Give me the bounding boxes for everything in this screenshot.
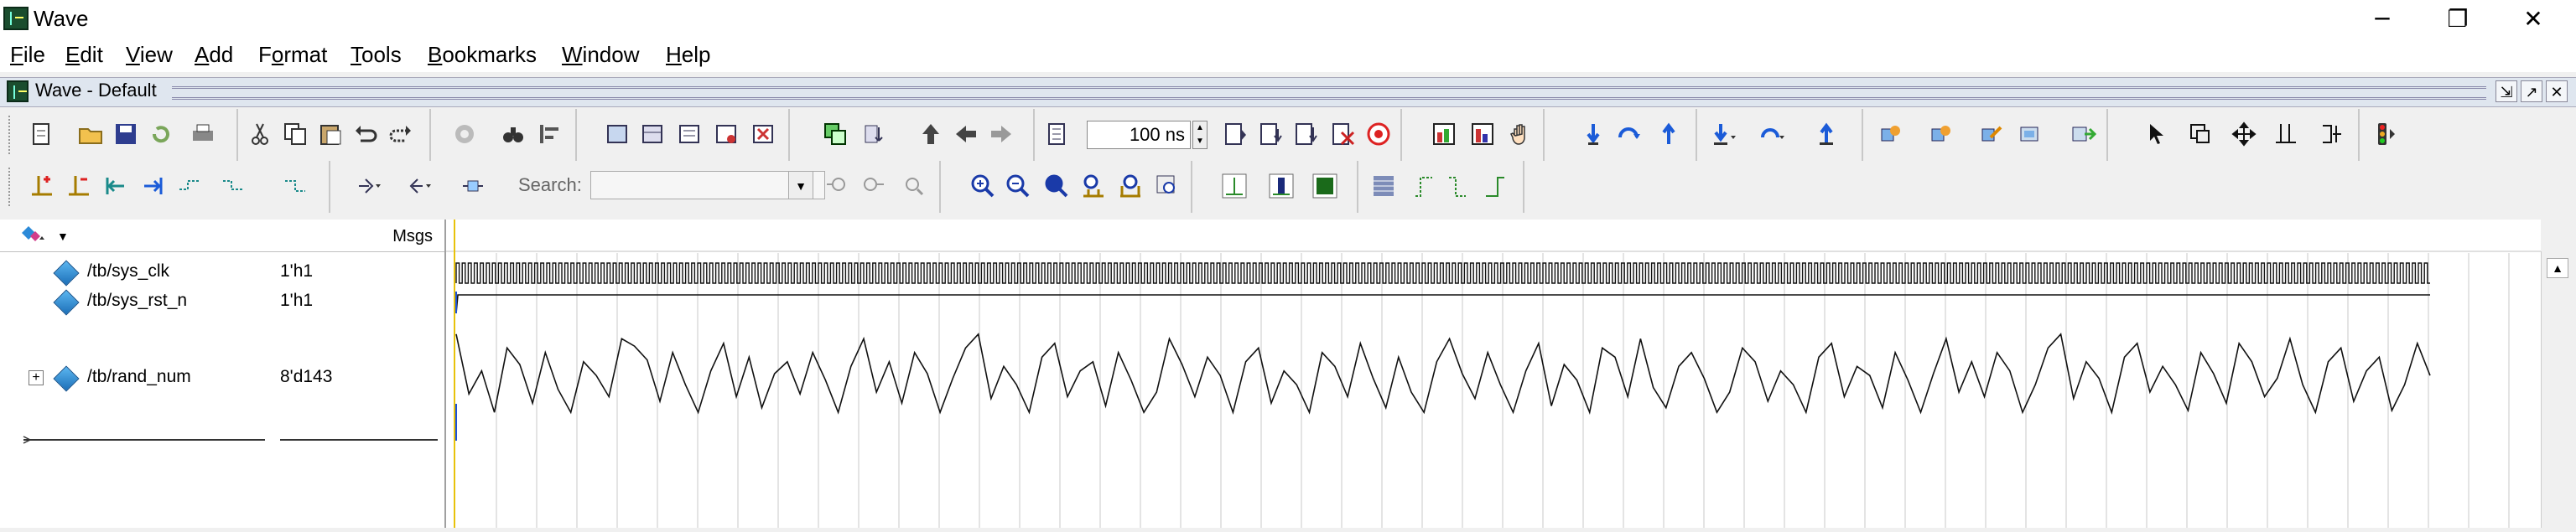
rand-num-analog-wave	[455, 333, 2431, 416]
scroll-up-button[interactable]: ▲	[2547, 258, 2568, 278]
wave-objects-icon[interactable]	[20, 225, 49, 246]
title-bar: Wave ─ ❐ ✕	[0, 0, 2576, 39]
waveform-pane[interactable]	[446, 220, 2541, 528]
expand-toggle[interactable]: +	[29, 370, 44, 385]
subwindow-close-button[interactable]: ✕	[2546, 80, 2568, 102]
menu-file[interactable]: File	[10, 42, 45, 68]
signal-values-pane: Msgs 1'h1 1'h1 8'd143	[273, 220, 446, 528]
signal-names-pane: ▼ /tb/sys_clk /tb/sys_rst_n + /tb/rand_n…	[0, 220, 275, 528]
modelsim-app-icon	[3, 7, 29, 30]
subwindow-title: Wave - Default	[35, 80, 157, 101]
minimize-button[interactable]: ─	[2345, 0, 2420, 39]
signal-name[interactable]: /tb/sys_clk	[87, 261, 169, 281]
dock-button[interactable]: ⇲	[2496, 80, 2517, 102]
traffic-light-icon[interactable]	[2370, 121, 2397, 147]
signal-name[interactable]: /tb/rand_num	[87, 367, 191, 387]
signal-value: 1'h1	[280, 261, 314, 281]
wire-signal-icon	[53, 260, 80, 287]
signal-value: 8'd143	[280, 367, 333, 386]
msgs-header: Msgs	[392, 227, 433, 245]
signal-value: 1'h1	[280, 291, 314, 310]
dropdown-arrow-icon[interactable]: ▼	[57, 230, 69, 243]
undock-button[interactable]: ↗	[2521, 80, 2542, 102]
toolbar-row-2: Search: ▼	[0, 161, 1526, 213]
wave-subwindow-bar: Wave - Default ⇲ ↗ ✕	[0, 77, 2576, 107]
menu-window[interactable]: Window	[562, 42, 639, 68]
wire-signal-icon	[53, 289, 80, 316]
menu-edit[interactable]: Edit	[65, 42, 103, 68]
vertical-scrollbar[interactable]: ▲	[2541, 251, 2573, 528]
menu-help[interactable]: Help	[666, 42, 710, 68]
close-button[interactable]: ✕	[2496, 0, 2571, 39]
maximize-button[interactable]: ❐	[2420, 0, 2496, 39]
menu-format[interactable]: Format	[258, 42, 327, 68]
menu-view[interactable]: View	[126, 42, 173, 68]
window-title: Wave	[34, 6, 89, 31]
divider-line	[23, 436, 265, 444]
menu-tools[interactable]: Tools	[351, 42, 402, 68]
menu-add[interactable]: Add	[195, 42, 233, 68]
sys-rst-n-wave	[455, 294, 2430, 314]
subwindow-drag-handle[interactable]	[172, 86, 2486, 100]
bus-signal-icon	[53, 365, 80, 392]
menu-bookmarks[interactable]: Bookmarks	[428, 42, 537, 68]
divider-line	[280, 439, 438, 441]
wave-window-icon	[7, 80, 29, 102]
sys-clk-wave	[455, 262, 2430, 284]
toolbar-row-1: 100 ns ▲ ▼	[0, 109, 2576, 161]
signal-name[interactable]: /tb/sys_rst_n	[87, 291, 187, 311]
waveform-canvas[interactable]	[446, 220, 2541, 528]
menu-bar: File Edit View Add Format Tools Bookmarks Windo…	[0, 39, 2576, 72]
